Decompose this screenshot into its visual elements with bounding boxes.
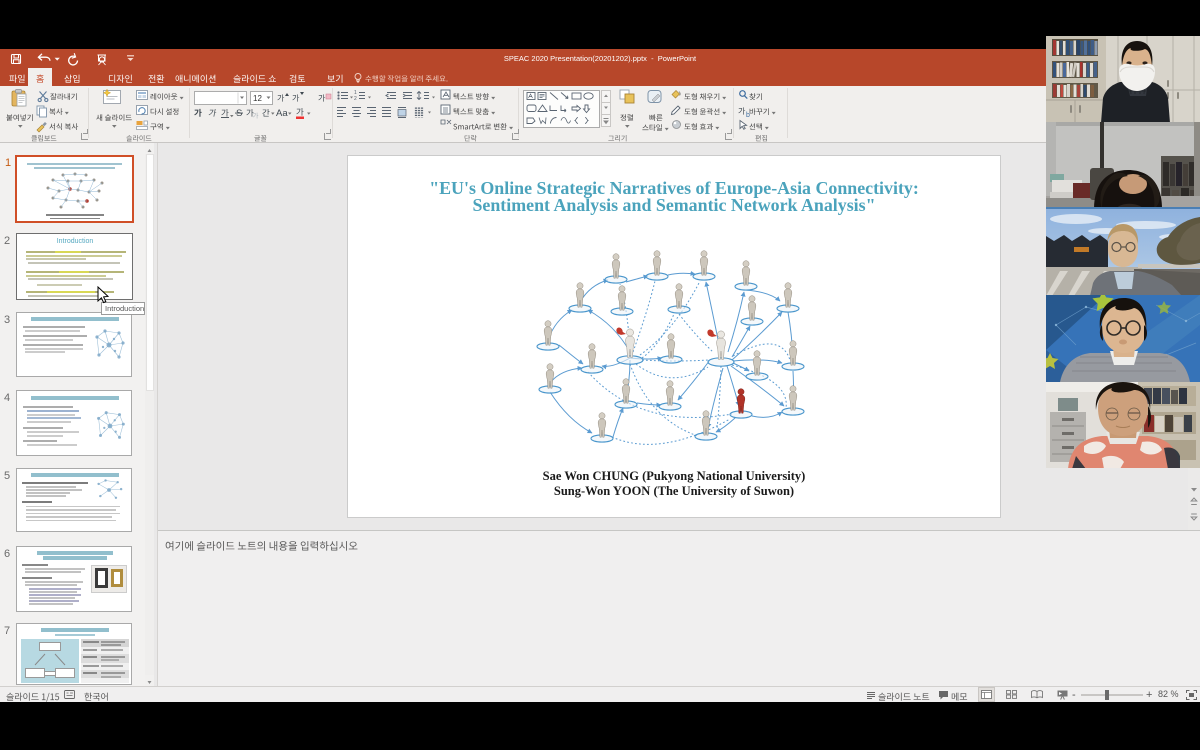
svg-text:Aa: Aa [276, 108, 288, 119]
svg-text:2: 2 [354, 96, 357, 102]
svg-text:12: 12 [253, 94, 262, 103]
